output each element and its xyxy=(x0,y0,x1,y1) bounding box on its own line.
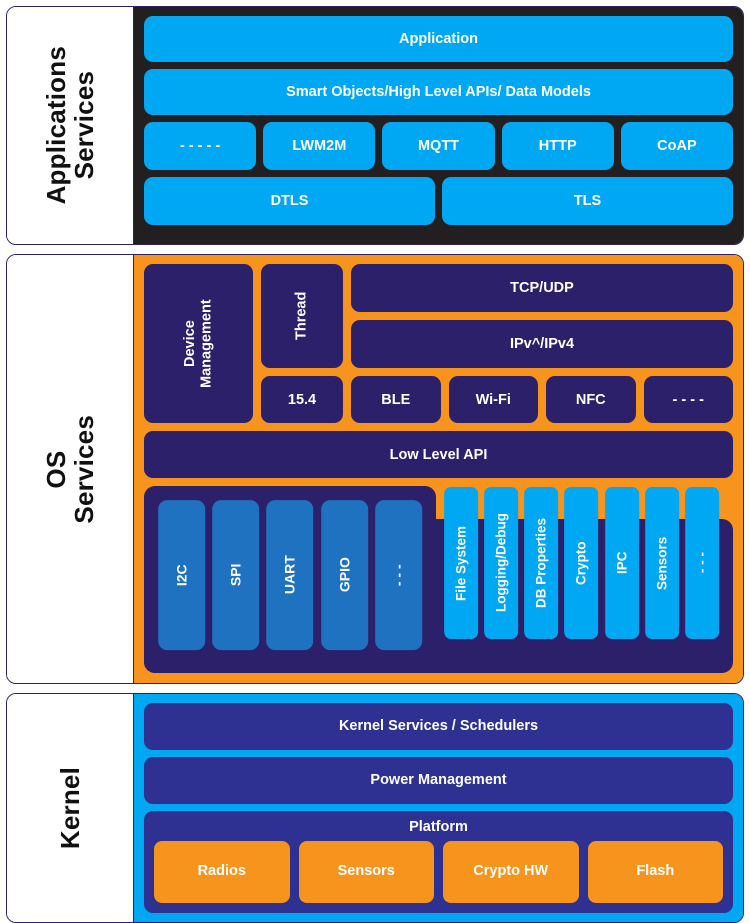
transport-security-row: DTLS TLS xyxy=(144,177,733,225)
block-15-4[interactable]: 15.4 xyxy=(261,376,343,424)
block-mqtt[interactable]: MQTT xyxy=(382,122,495,170)
layer-label-kernel: Kernel xyxy=(7,693,134,922)
layer-label-os-text: OS Services xyxy=(40,414,99,524)
platform-hardware-row: Radios Sensors Crypto HW Flash xyxy=(154,840,723,903)
layer-body-kernel: Kernel Services / Schedulers Power Manag… xyxy=(134,693,743,922)
block-i2c[interactable]: I2C xyxy=(158,500,206,651)
block-application[interactable]: Application xyxy=(144,16,733,62)
thread-mac-column: Thread 15.4 xyxy=(261,264,343,424)
layer-kernel: Kernel Kernel Services / Schedulers Powe… xyxy=(6,692,744,923)
block-platform: Platform Radios Sensors Crypto HW Flash xyxy=(144,810,733,913)
block-smart-objects[interactable]: Smart Objects/High Level APIs/ Data Mode… xyxy=(144,69,733,115)
block-crypto-hw[interactable]: Crypto HW xyxy=(443,840,579,903)
block-ipv6-ipv4[interactable]: IPv^/IPv4 xyxy=(351,320,733,369)
block-file-system[interactable]: File System xyxy=(444,487,479,640)
block-sensors[interactable]: Sensors xyxy=(644,487,679,640)
block-service-placeholder[interactable]: - - - xyxy=(684,487,719,640)
application-protocols-row: - - - - - LWM2M MQTT HTTP CoAP xyxy=(144,122,734,170)
layer-applications-services: Applications Services Application Smart … xyxy=(6,6,744,246)
block-radio-placeholder[interactable]: - - - - xyxy=(643,376,733,424)
block-peripheral-placeholder[interactable]: - - - xyxy=(374,500,423,651)
platform-title: Platform xyxy=(409,818,468,835)
block-ipc[interactable]: IPC xyxy=(604,487,639,640)
layer-body-os: Device Management Thread 15.4 TCP/UDP IP… xyxy=(134,255,743,683)
block-flash[interactable]: Flash xyxy=(587,840,723,903)
block-thread[interactable]: Thread xyxy=(261,264,343,369)
block-crypto[interactable]: Crypto xyxy=(564,487,599,640)
layer-os-services: OS Services Device Management Thread 15.… xyxy=(6,254,744,684)
block-wifi[interactable]: Wi-Fi xyxy=(448,376,538,424)
block-tls[interactable]: TLS xyxy=(442,177,733,225)
block-kernel-services-schedulers[interactable]: Kernel Services / Schedulers xyxy=(144,702,733,750)
protocol-radio-column: TCP/UDP IPv^/IPv4 BLE Wi-Fi NFC - - - - xyxy=(351,264,733,424)
block-low-level-api[interactable]: Low Level API xyxy=(144,431,733,479)
block-gpio[interactable]: GPIO xyxy=(320,500,368,651)
block-db-properties[interactable]: DB Properties xyxy=(524,487,559,640)
block-radios[interactable]: Radios xyxy=(154,840,290,903)
block-logging-debug[interactable]: Logging/Debug xyxy=(484,487,519,640)
block-spi[interactable]: SPI xyxy=(212,500,260,651)
application-row: Application xyxy=(144,16,733,62)
layer-label-applications: Applications Services xyxy=(7,7,134,245)
block-power-management[interactable]: Power Management xyxy=(144,756,733,804)
peripherals-services-region: I2C SPI UART GPIO - - - File System Logg… xyxy=(144,486,733,673)
architecture-diagram: Applications Services Application Smart … xyxy=(0,0,750,923)
layer-body-applications: Application Smart Objects/High Level API… xyxy=(134,7,743,245)
block-lwm2m[interactable]: LWM2M xyxy=(263,122,376,170)
block-http[interactable]: HTTP xyxy=(501,122,614,170)
block-device-management[interactable]: Device Management xyxy=(144,264,253,424)
block-sensors-hw[interactable]: Sensors xyxy=(298,840,434,903)
block-nfc[interactable]: NFC xyxy=(546,376,636,424)
network-stack-block: Device Management Thread 15.4 TCP/UDP IP… xyxy=(144,264,733,424)
ip-stack-rows: TCP/UDP IPv^/IPv4 xyxy=(351,264,733,369)
block-uart[interactable]: UART xyxy=(266,500,314,651)
os-services-row: File System Logging/Debug DB Properties … xyxy=(444,487,719,640)
block-tcp-udp[interactable]: TCP/UDP xyxy=(351,264,733,313)
layer-label-kernel-text: Kernel xyxy=(54,766,85,849)
layer-label-os: OS Services xyxy=(7,255,134,683)
radio-row: BLE Wi-Fi NFC - - - - xyxy=(351,376,733,424)
block-protocol-placeholder[interactable]: - - - - - xyxy=(144,122,257,170)
block-dtls[interactable]: DTLS xyxy=(144,177,435,225)
block-ble[interactable]: BLE xyxy=(351,376,441,424)
smart-objects-row: Smart Objects/High Level APIs/ Data Mode… xyxy=(144,69,733,115)
block-coap[interactable]: CoAP xyxy=(620,122,734,170)
peripherals-row: I2C SPI UART GPIO - - - xyxy=(158,500,423,651)
layer-label-applications-text: Applications Services xyxy=(40,46,99,205)
